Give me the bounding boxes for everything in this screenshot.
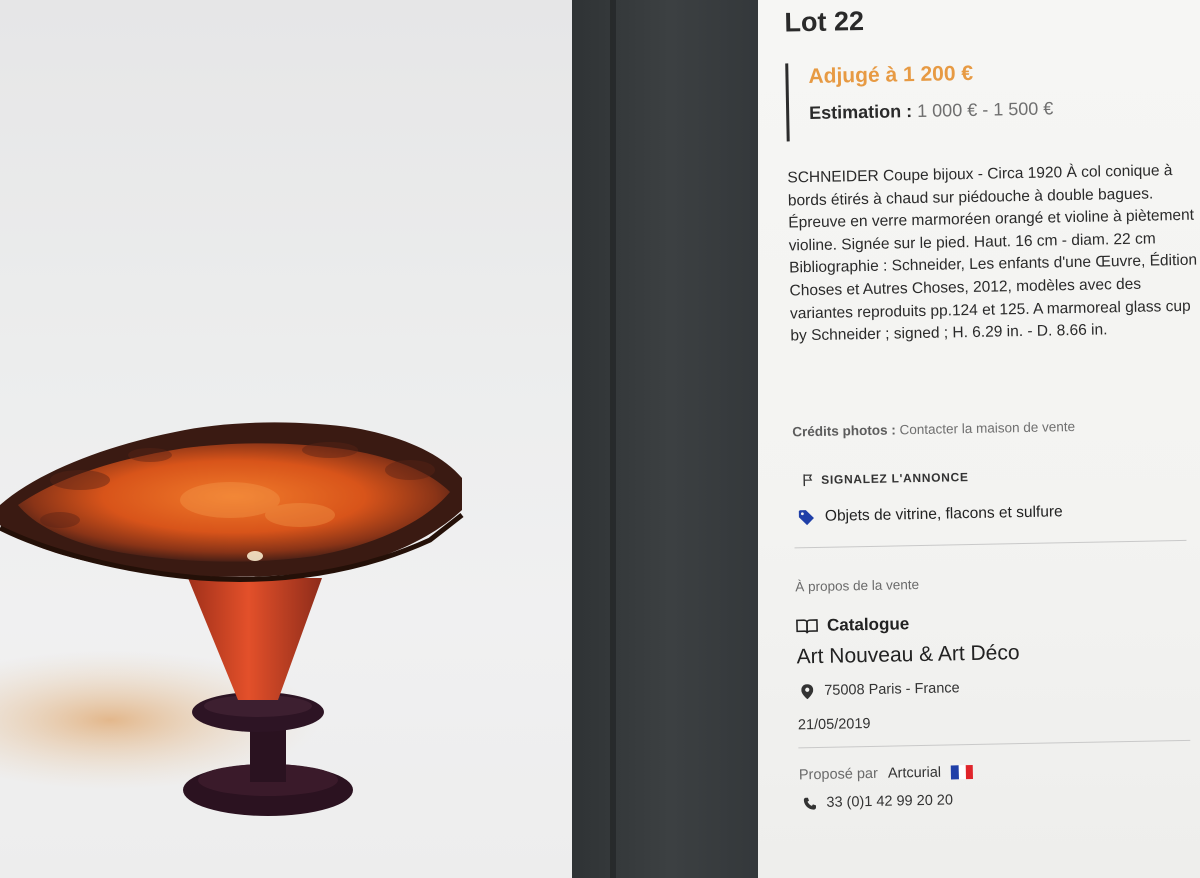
report-listing-label: SIGNALEZ L'ANNONCE xyxy=(821,470,969,487)
price-block: Adjugé à 1 200 € Estimation : 1 000 € - … xyxy=(785,58,1054,142)
photo-credits: Crédits photos : Contacter la maison de … xyxy=(792,419,1075,439)
sale-location: 75008 Paris - France xyxy=(801,680,960,699)
book-icon xyxy=(796,619,818,634)
divider xyxy=(794,539,1187,549)
category-link[interactable]: Objets de vitrine, flacons et sulfure xyxy=(798,503,1063,526)
map-pin-icon xyxy=(801,683,814,699)
lot-title: Lot 22 xyxy=(784,5,865,38)
estimation-label: Estimation : xyxy=(808,101,913,124)
phone-link[interactable]: 33 (0)1 42 99 20 20 xyxy=(803,792,953,811)
lot-info-panel: Lot 22 Adjugé à 1 200 € Estimation : 1 0… xyxy=(758,0,1200,878)
lot-description: SCHNEIDER Coupe bijoux - Circa 1920 À co… xyxy=(787,162,1198,345)
report-listing-button[interactable]: SIGNALEZ L'ANNONCE xyxy=(803,470,969,487)
auction-house: Proposé par Artcurial xyxy=(798,764,974,784)
photo-edge-shade xyxy=(610,0,616,878)
sale-location-text: 75008 Paris - France xyxy=(824,680,960,699)
divider xyxy=(798,739,1191,749)
catalogue-label: Catalogue xyxy=(826,614,910,635)
sale-title-link[interactable]: Art Nouveau & Art Déco xyxy=(796,641,1019,669)
flag-icon xyxy=(803,474,813,487)
about-sale-heading: À propos de la vente xyxy=(795,577,920,595)
sale-date: 21/05/2019 xyxy=(797,715,871,734)
photo-credits-label: Crédits photos : xyxy=(792,422,896,440)
photo-credits-value: Contacter la maison de vente xyxy=(895,418,1076,438)
glass-cup-image xyxy=(0,422,464,816)
estimation: Estimation : 1 000 € - 1 500 € xyxy=(809,98,1053,124)
proposed-by-label: Proposé par xyxy=(798,765,879,784)
lot-photo[interactable] xyxy=(0,0,614,878)
hammer-price: Adjugé à 1 200 € xyxy=(808,61,974,89)
estimation-value: 1 000 € - 1 500 € xyxy=(911,98,1054,122)
tag-icon xyxy=(798,509,814,525)
catalogue-heading: Catalogue xyxy=(796,614,910,636)
lot-info-content: Lot 22 Adjugé à 1 200 € Estimation : 1 0… xyxy=(758,0,1200,878)
screen-bezel xyxy=(572,0,768,878)
france-flag-icon xyxy=(950,765,974,780)
auction-house-name[interactable]: Artcurial xyxy=(888,765,941,782)
category-label: Objets de vitrine, flacons et sulfure xyxy=(824,503,1063,525)
phone-number: 33 (0)1 42 99 20 20 xyxy=(826,792,954,811)
phone-icon xyxy=(803,797,817,810)
